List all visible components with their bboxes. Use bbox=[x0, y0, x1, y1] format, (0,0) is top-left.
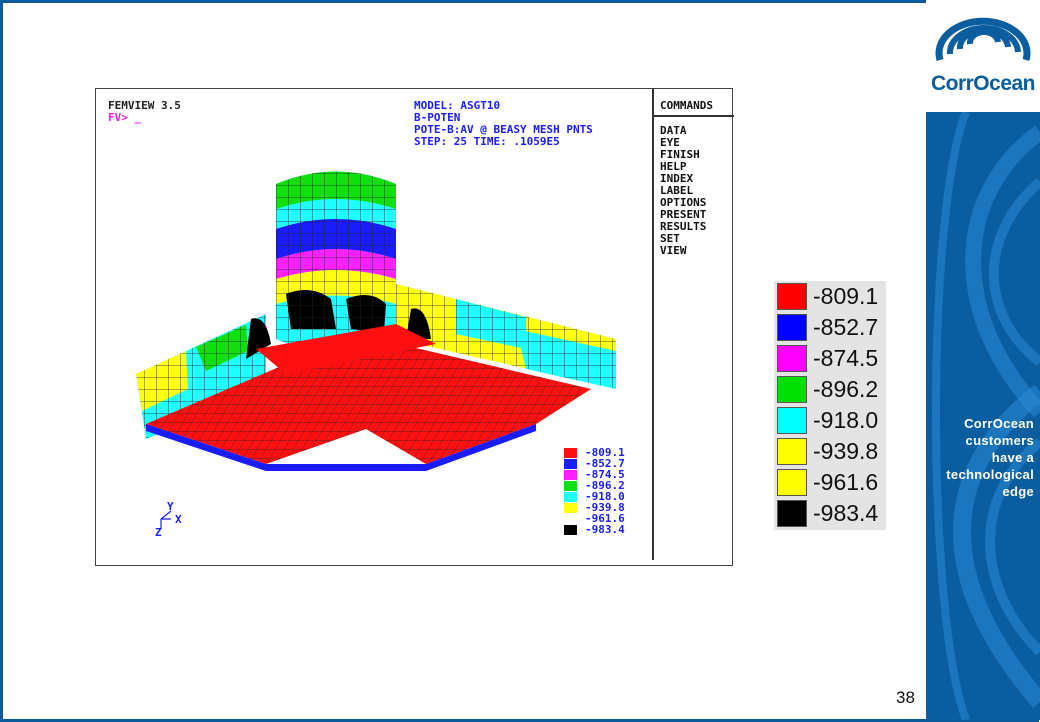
commands-list: DATA EYE FINISH HELP INDEX LABEL OPTIONS… bbox=[660, 125, 706, 257]
legend-row: -896.2 bbox=[774, 374, 886, 405]
legend-swatch bbox=[777, 376, 807, 403]
legend-row: -874.5 bbox=[774, 343, 886, 374]
legend-swatch bbox=[777, 345, 807, 372]
legend-swatch bbox=[777, 407, 807, 434]
legend-row: -852.7 bbox=[774, 312, 886, 343]
legend-value: -809.1 bbox=[813, 283, 879, 309]
tagline-line: technological bbox=[946, 467, 1034, 482]
legend-swatch bbox=[564, 524, 577, 535]
legend-swatch bbox=[777, 500, 807, 527]
legend-value: -918.0 bbox=[813, 407, 879, 433]
tagline-line: edge bbox=[1002, 484, 1034, 499]
legend-row: -983.4 bbox=[774, 498, 886, 529]
axis-z-label: Z bbox=[155, 526, 162, 539]
legend-swatch bbox=[564, 502, 577, 513]
legend-swatch bbox=[564, 458, 577, 469]
legend-row: -939.8 bbox=[774, 436, 886, 467]
legend-value: -874.5 bbox=[813, 345, 879, 371]
page-number: 38 bbox=[896, 688, 915, 707]
tagline-line: customers bbox=[965, 433, 1034, 448]
legend-swatch bbox=[564, 469, 577, 480]
axis-x-label: X bbox=[175, 513, 182, 526]
tagline-line: CorrOcean bbox=[964, 416, 1034, 431]
legend-value: -983.4 bbox=[813, 500, 879, 526]
model-line: STEP: 25 TIME: .1059E5 bbox=[414, 135, 560, 148]
commands-title: COMMANDS bbox=[660, 99, 713, 112]
legend-swatch bbox=[777, 469, 807, 496]
legend-row: -983.4 bbox=[564, 523, 625, 536]
brand-tagline: CorrOcean customers have a technological… bbox=[930, 415, 1034, 500]
commands-panel: COMMANDS DATA EYE FINISH HELP INDEX LABE… bbox=[652, 89, 734, 560]
model-info: MODEL: ASGT10 B-POTEN POTE-B:AV @ BEASY … bbox=[414, 100, 593, 148]
legend-swatch bbox=[564, 491, 577, 502]
femview-header-left: FEMVIEW 3.5 FV> _ bbox=[108, 100, 181, 124]
legend-value: -939.8 bbox=[813, 438, 879, 464]
legend-row: -961.6 bbox=[774, 467, 886, 498]
legend-value: -983.4 bbox=[585, 523, 625, 536]
legend-value: -852.7 bbox=[813, 314, 879, 340]
axis-y-label: Y bbox=[167, 500, 174, 513]
legend-value: -961.6 bbox=[813, 469, 879, 495]
legend-swatch bbox=[564, 447, 577, 458]
femview-legend: -809.1 -852.7 -874.5 -896.2 -918.0 -939.… bbox=[564, 446, 625, 536]
logo-wordmark: CorrOcean bbox=[930, 72, 1036, 95]
legend-swatch bbox=[777, 438, 807, 465]
femview-window: FEMVIEW 3.5 FV> _ MODEL: ASGT10 B-POTEN … bbox=[95, 88, 734, 566]
tagline-line: have a bbox=[991, 450, 1034, 465]
legend-row: -809.1 bbox=[774, 281, 886, 312]
command-view[interactable]: VIEW bbox=[660, 245, 706, 257]
command-prompt[interactable]: FV> _ bbox=[108, 112, 181, 124]
legend-swatch bbox=[777, 283, 807, 310]
legend-swatch bbox=[564, 480, 577, 491]
potential-legend: -809.1 -852.7 -874.5 -896.2 -918.0 -939.… bbox=[774, 281, 886, 530]
legend-row: -918.0 bbox=[774, 405, 886, 436]
legend-value: -896.2 bbox=[813, 376, 879, 402]
commands-divider bbox=[654, 115, 734, 117]
legend-swatch bbox=[777, 314, 807, 341]
legend-swatch bbox=[564, 513, 577, 524]
